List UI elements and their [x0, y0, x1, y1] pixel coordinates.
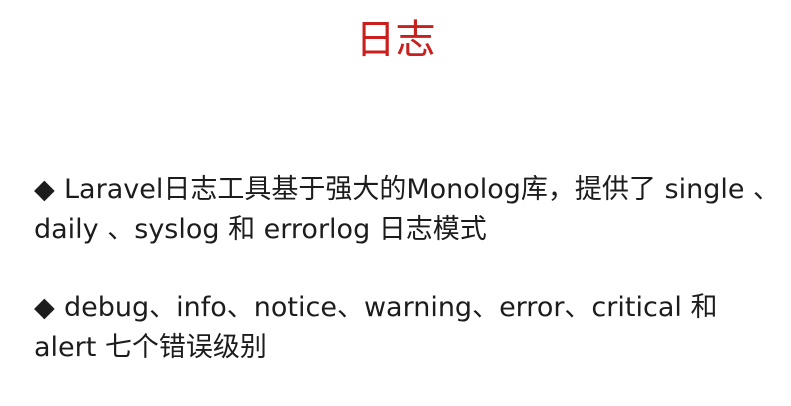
diamond-bullet-icon: ◆: [34, 174, 55, 205]
diamond-bullet-icon: ◆: [34, 292, 55, 323]
slide: 日志 ◆ Laravel日志工具基于强大的Monolog库，提供了 single …: [0, 0, 791, 406]
bullet-item-error-levels: ◆ debug、info、notice、warning、error、critica…: [34, 288, 784, 368]
slide-title: 日志: [355, 17, 436, 63]
bullet-text: debug、info、notice、warning、error、critical…: [34, 292, 718, 363]
bullet-item-log-tool: ◆ Laravel日志工具基于强大的Monolog库，提供了 single 、da…: [34, 170, 784, 250]
bullet-text: Laravel日志工具基于强大的Monolog库，提供了 single 、dai…: [34, 174, 781, 245]
bullet-list: ◆ Laravel日志工具基于强大的Monolog库，提供了 single 、da…: [34, 170, 784, 406]
